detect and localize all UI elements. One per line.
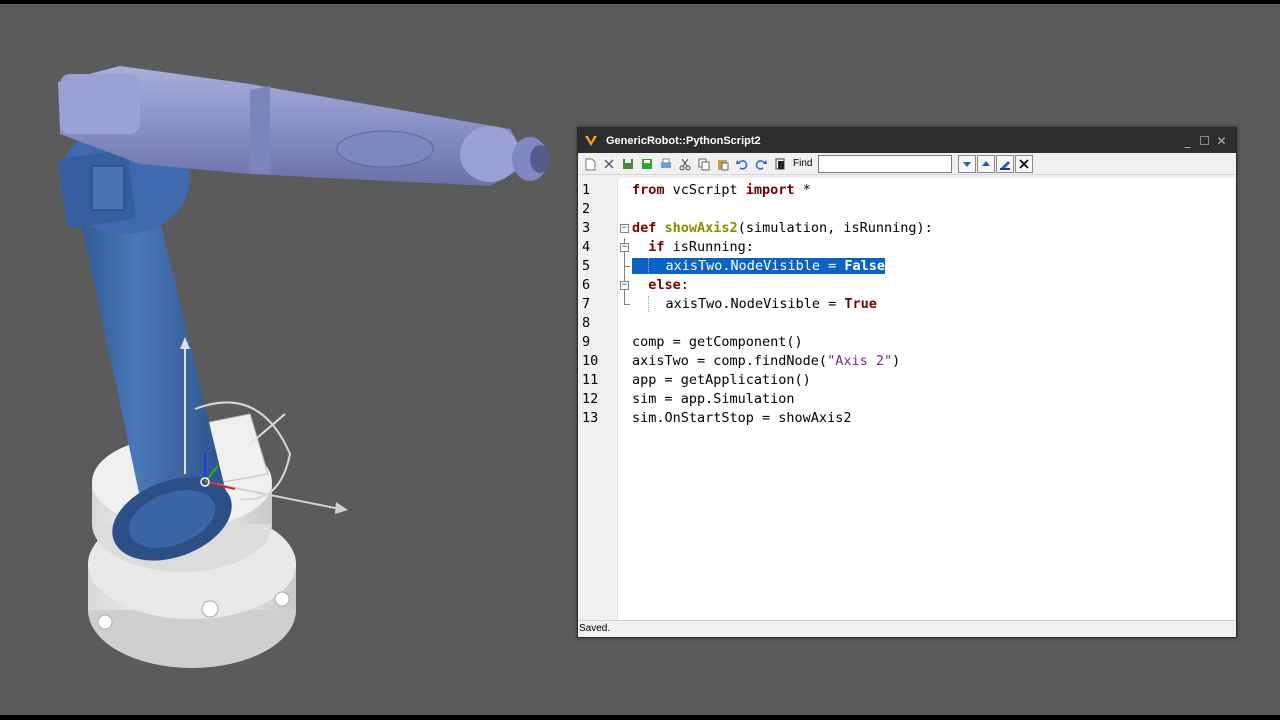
script-editor-window[interactable]: GenericRobot::PythonScript2 _ ☐ ✕ Find 1…	[577, 127, 1237, 638]
code-line-13: sim.OnStartStop = showAxis2	[632, 410, 852, 426]
fold-toggle-icon[interactable]: −	[620, 224, 629, 233]
code-line-3: def showAxis2(simulation, isRunning):	[632, 220, 933, 236]
window-titlebar[interactable]: GenericRobot::PythonScript2 _ ☐ ✕	[578, 128, 1236, 153]
line-number: 8	[582, 315, 591, 331]
line-number: 5	[582, 258, 591, 274]
code-line-7: axisTwo.NodeVisible = True	[632, 295, 1235, 314]
code-line-5-selected: axisTwo.NodeVisible = False	[632, 257, 1235, 276]
code-line-4: if isRunning:	[648, 239, 754, 255]
line-number: 13	[582, 410, 599, 426]
app-logo-icon	[585, 135, 597, 146]
status-bar: Saved.	[578, 620, 1236, 637]
document-icon[interactable]	[772, 156, 788, 172]
save-icon[interactable]	[620, 156, 636, 172]
print-icon[interactable]	[658, 156, 674, 172]
code-line-12: sim = app.Simulation	[632, 391, 795, 407]
code-line-9: comp = getComponent()	[632, 334, 803, 350]
line-number: 11	[582, 372, 599, 388]
find-input[interactable]	[818, 154, 953, 173]
undo-icon[interactable]	[734, 156, 750, 172]
fold-toggle-icon[interactable]: −	[620, 281, 629, 290]
maximize-button[interactable]: ☐	[1196, 132, 1213, 150]
line-number: 3	[582, 220, 591, 236]
line-number: 10	[582, 353, 599, 369]
line-number: 2	[582, 201, 591, 217]
line-number: 1	[582, 182, 591, 198]
line-number: 6	[582, 277, 591, 293]
code-line-10: axisTwo = comp.findNode("Axis 2")	[632, 353, 901, 369]
new-icon[interactable]	[582, 156, 598, 172]
redo-icon[interactable]	[753, 156, 769, 172]
save-green-icon[interactable]	[639, 156, 655, 172]
close-find-icon[interactable]	[1015, 154, 1034, 173]
copy-icon[interactable]	[696, 156, 712, 172]
close-button[interactable]: ✕	[1213, 132, 1230, 150]
line-number-gutter: 1 2 3 4 5 6 7 8 9 10 11 12 13	[580, 178, 618, 620]
window-title: GenericRobot::PythonScript2	[606, 134, 761, 147]
code-text[interactable]: from vcScript import * def showAxis2(sim…	[632, 178, 1235, 620]
3d-viewport[interactable]: GenericRobot::PythonScript2 _ ☐ ✕ Find 1…	[0, 4, 1280, 715]
find-previous-icon[interactable]	[977, 154, 996, 173]
line-number: 7	[582, 296, 591, 312]
line-number: 9	[582, 334, 591, 350]
robot-model[interactable]	[0, 4, 580, 715]
fold-margin: − − −	[618, 178, 632, 620]
find-label: Find	[793, 158, 813, 169]
paste-icon[interactable]	[715, 156, 731, 172]
find-next-icon[interactable]	[958, 154, 977, 173]
code-line-6: else:	[648, 277, 689, 293]
minimize-button[interactable]: _	[1179, 132, 1196, 150]
robot-lower-arm	[58, 124, 232, 561]
editor-toolbar: Find	[578, 153, 1236, 175]
code-line-1: from vcScript import *	[632, 182, 811, 198]
cut-icon[interactable]	[677, 156, 693, 172]
status-text: Saved.	[579, 623, 611, 634]
code-editor[interactable]: 1 2 3 4 5 6 7 8 9 10 11 12 13 − − − from…	[580, 178, 1235, 620]
line-number: 4	[582, 239, 591, 255]
code-line-11: app = getApplication()	[632, 372, 811, 388]
cut-script-icon[interactable]	[601, 156, 617, 172]
fold-toggle-icon[interactable]: −	[620, 243, 629, 252]
line-number: 12	[582, 391, 599, 407]
highlight-icon[interactable]	[996, 154, 1015, 173]
